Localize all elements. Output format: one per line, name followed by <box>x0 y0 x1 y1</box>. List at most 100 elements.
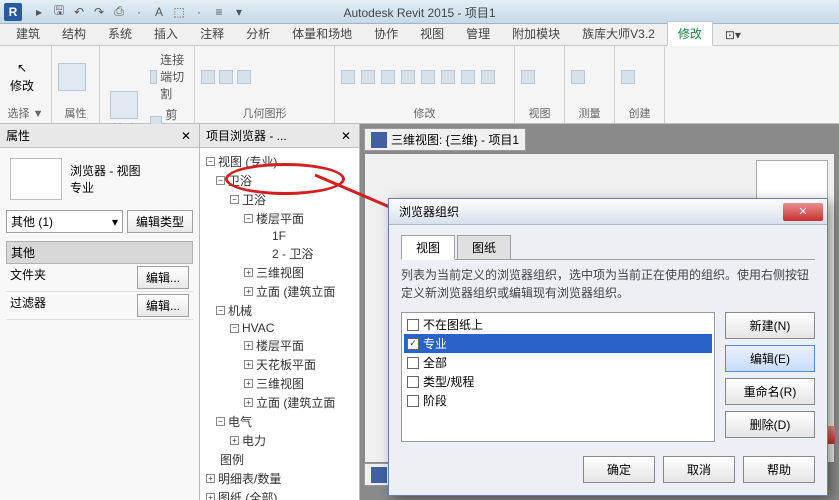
expand-icon[interactable]: − <box>230 195 239 204</box>
organization-list[interactable]: 不在图纸上✓专业全部类型/规程阶段 <box>401 312 715 442</box>
ribbon-tab-7[interactable]: 协作 <box>364 22 408 45</box>
edit-button[interactable]: 编辑... <box>137 266 189 289</box>
tree-node[interactable]: +明细表/数量 <box>202 469 357 488</box>
expand-icon[interactable]: + <box>244 398 253 407</box>
tree-node[interactable]: −电气 <box>202 412 357 431</box>
new-button[interactable]: 新建(N) <box>725 312 815 339</box>
modify-tool-button[interactable]: ↖修改 <box>6 59 38 96</box>
edit-button[interactable]: 编辑(E) <box>725 345 815 372</box>
checkbox[interactable] <box>407 376 419 388</box>
mod-icon[interactable] <box>481 70 495 84</box>
tree-node[interactable]: −机械 <box>202 301 357 320</box>
expand-icon[interactable]: + <box>206 493 215 500</box>
expand-icon[interactable]: − <box>244 214 253 223</box>
ribbon-tab-11[interactable]: 族库大师V3.2 <box>572 22 665 45</box>
dialog-titlebar[interactable]: 浏览器组织 ✕ <box>389 199 827 225</box>
tree-node[interactable]: +天花板平面 <box>202 355 357 374</box>
checkbox[interactable] <box>407 357 419 369</box>
ribbon-tab-10[interactable]: 附加模块 <box>502 22 570 45</box>
qat-section-icon[interactable]: · <box>190 3 208 21</box>
qat-redo-icon[interactable]: ↷ <box>90 3 108 21</box>
ribbon-tab-2[interactable]: 系统 <box>98 22 142 45</box>
qat-print-icon[interactable]: ⎙ <box>110 3 128 21</box>
filter-dropdown[interactable]: 其他 (1)▾ <box>6 210 123 233</box>
qat-3d-icon[interactable]: ⬚ <box>170 3 188 21</box>
edit-type-button[interactable]: 编辑类型 <box>127 210 193 233</box>
qat-dropdown-icon[interactable]: ▾ <box>230 3 248 21</box>
expand-icon[interactable]: − <box>216 306 225 315</box>
ribbon-tab-0[interactable]: 建筑 <box>6 22 50 45</box>
view-tab-3d[interactable]: 三维视图: {三维} - 项目1 <box>364 128 526 151</box>
close-icon[interactable]: ✕ <box>339 129 353 143</box>
list-item[interactable]: 类型/规程 <box>404 372 712 391</box>
tree-node[interactable]: +立面 (建筑立面 <box>202 393 357 412</box>
tree-node[interactable]: −HVAC <box>202 320 357 336</box>
expand-icon[interactable]: + <box>244 360 253 369</box>
qat-open-icon[interactable]: ▸ <box>30 3 48 21</box>
tree-node[interactable]: +三维视图 <box>202 374 357 393</box>
type-thumbnail[interactable] <box>10 158 62 200</box>
qat-undo-icon[interactable]: ↶ <box>70 3 88 21</box>
create-icon[interactable] <box>621 70 635 84</box>
expand-icon[interactable]: + <box>230 436 239 445</box>
checkbox[interactable] <box>407 319 419 331</box>
project-tree[interactable]: −视图 (专业)−卫浴−卫浴−楼层平面1F2 - 卫浴+三维视图+立面 (建筑立… <box>200 148 359 500</box>
tree-node[interactable]: 图例 <box>202 450 357 469</box>
tree-node[interactable]: 2 - 卫浴 <box>202 244 357 263</box>
tab-sheets[interactable]: 图纸 <box>457 235 511 260</box>
mod-icon[interactable] <box>341 70 355 84</box>
app-logo[interactable]: R <box>4 3 22 21</box>
expand-icon[interactable]: + <box>244 268 253 277</box>
mod-icon[interactable] <box>361 70 375 84</box>
ribbon-tab-1[interactable]: 结构 <box>52 22 96 45</box>
tree-node[interactable]: +三维视图 <box>202 263 357 282</box>
geom-icon-3[interactable] <box>237 70 251 84</box>
tree-node[interactable]: −楼层平面 <box>202 209 357 228</box>
close-icon[interactable]: ✕ <box>179 129 193 143</box>
panel-select-label[interactable]: 选择 ▼ <box>6 104 45 121</box>
tree-node[interactable]: +电力 <box>202 431 357 450</box>
qat-text-icon[interactable]: A <box>150 3 168 21</box>
expand-icon[interactable]: − <box>216 417 225 426</box>
qat-sheet-icon[interactable]: ≡ <box>210 3 228 21</box>
match-button[interactable]: 连接端切割 <box>148 50 188 103</box>
checkbox[interactable]: ✓ <box>407 338 419 350</box>
ribbon-tab-5[interactable]: 分析 <box>236 22 280 45</box>
tree-node[interactable]: −视图 (专业) <box>202 152 357 171</box>
view-icon[interactable] <box>521 70 535 84</box>
help-button[interactable]: 帮助 <box>743 456 815 483</box>
dialog-close-button[interactable]: ✕ <box>783 203 823 221</box>
ribbon-tab-8[interactable]: 视图 <box>410 22 454 45</box>
rename-button[interactable]: 重命名(R) <box>725 378 815 405</box>
geom-icon-1[interactable] <box>201 70 215 84</box>
tree-node[interactable]: −卫浴 <box>202 190 357 209</box>
checkbox[interactable] <box>407 395 419 407</box>
expand-icon[interactable]: − <box>230 324 239 333</box>
expand-icon[interactable]: + <box>244 287 253 296</box>
expand-icon[interactable]: − <box>216 176 225 185</box>
qat-save-icon[interactable]: 🖫 <box>50 3 68 21</box>
ribbon-tab-6[interactable]: 体量和场地 <box>282 22 362 45</box>
expand-icon[interactable]: + <box>244 379 253 388</box>
properties-icon[interactable] <box>58 63 86 91</box>
tree-node[interactable]: +图纸 (全部) <box>202 488 357 500</box>
edit-button[interactable]: 编辑... <box>137 294 189 317</box>
geom-icon-2[interactable] <box>219 70 233 84</box>
list-item[interactable]: 全部 <box>404 353 712 372</box>
cancel-button[interactable]: 取消 <box>663 456 735 483</box>
ribbon-extra-icon[interactable]: ⊡▾ <box>715 25 751 45</box>
tab-views[interactable]: 视图 <box>401 235 455 260</box>
mod-icon[interactable] <box>401 70 415 84</box>
mod-icon[interactable] <box>421 70 435 84</box>
tree-node[interactable]: 1F <box>202 228 357 244</box>
tree-node[interactable]: +楼层平面 <box>202 336 357 355</box>
list-item[interactable]: 阶段 <box>404 391 712 410</box>
ok-button[interactable]: 确定 <box>583 456 655 483</box>
ribbon-tab-4[interactable]: 注释 <box>190 22 234 45</box>
mod-icon[interactable] <box>381 70 395 84</box>
mod-icon[interactable] <box>441 70 455 84</box>
ribbon-tab-3[interactable]: 插入 <box>144 22 188 45</box>
list-item[interactable]: 不在图纸上 <box>404 315 712 334</box>
expand-icon[interactable]: − <box>206 157 215 166</box>
expand-icon[interactable]: + <box>244 341 253 350</box>
